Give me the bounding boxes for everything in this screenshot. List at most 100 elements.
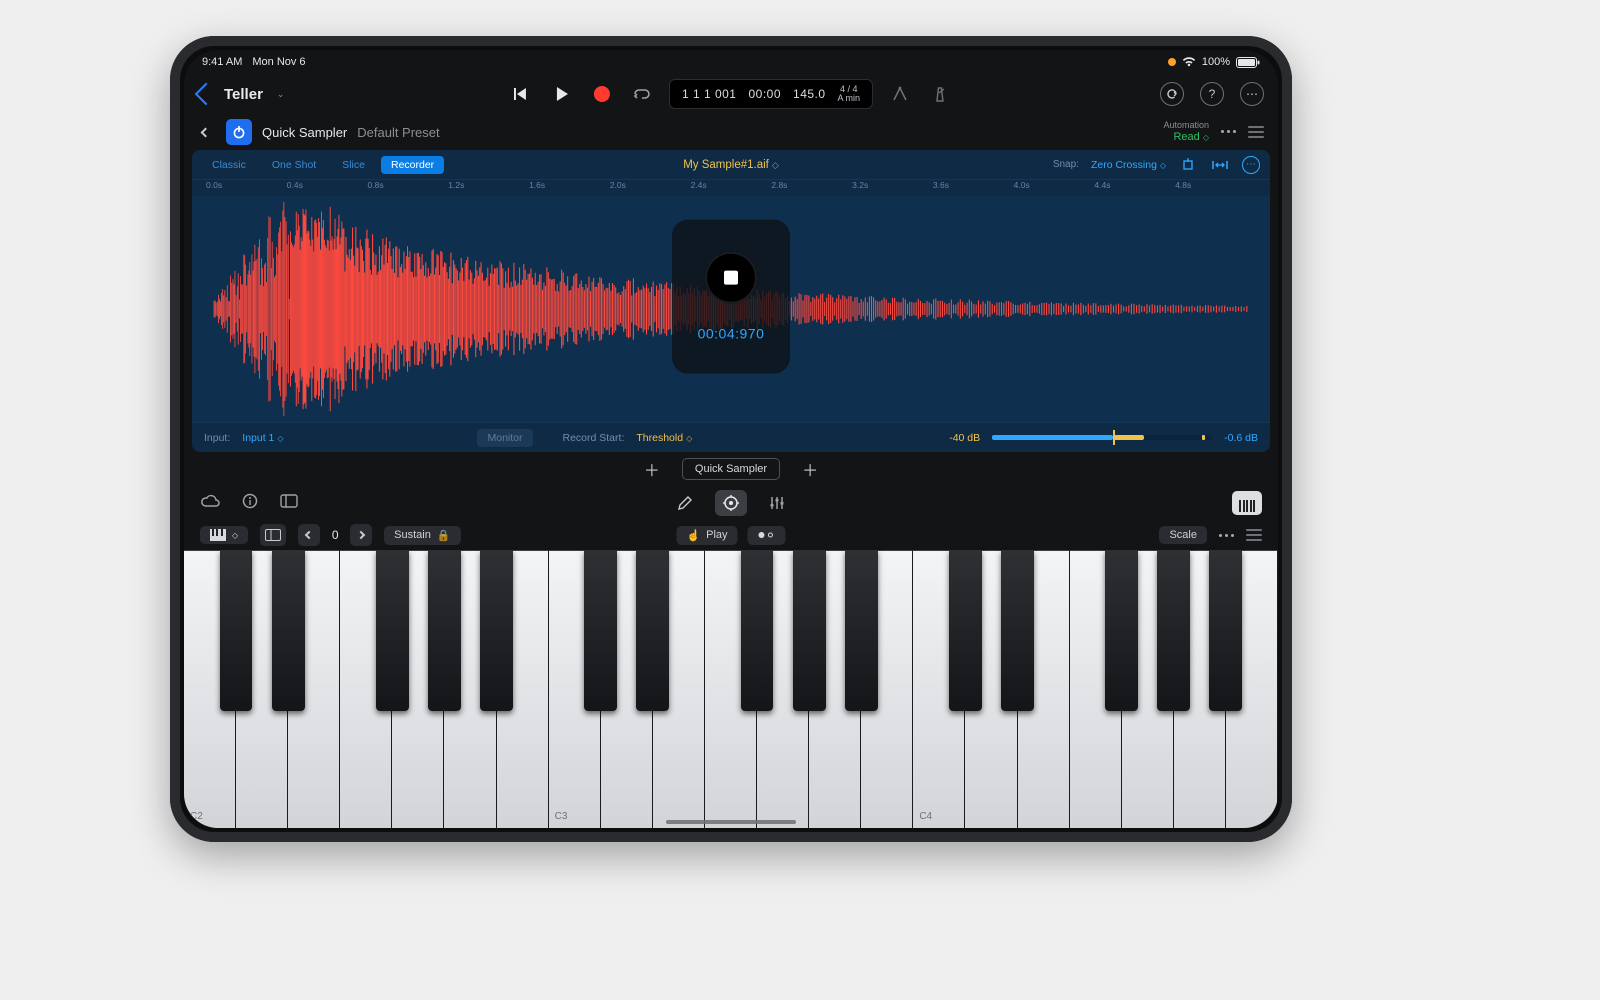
input-level-meter[interactable] xyxy=(992,435,1212,440)
lock-icon: 🔒 xyxy=(437,529,451,542)
black-key[interactable] xyxy=(1001,550,1034,711)
stop-icon xyxy=(724,271,738,285)
smart-controls-icon[interactable] xyxy=(715,490,747,516)
plugin-chip[interactable]: Quick Sampler xyxy=(682,458,780,480)
sampler-more-icon[interactable]: ⋯ xyxy=(1242,156,1260,174)
black-key[interactable] xyxy=(741,550,774,711)
recording-indicator-dot xyxy=(1168,58,1176,66)
home-indicator xyxy=(666,820,796,824)
keyboard-mode-selector[interactable]: ◇ xyxy=(200,526,248,544)
trim-icon[interactable] xyxy=(1178,155,1198,175)
mixer-sliders-icon[interactable] xyxy=(761,490,793,516)
battery-icon xyxy=(1236,57,1260,68)
drag-handle-icon[interactable] xyxy=(1248,126,1264,138)
metronome-icon[interactable] xyxy=(927,81,953,107)
lcd-display[interactable]: 1 1 1 001 00:00 145.0 4 / 4A min xyxy=(669,79,873,109)
display-signature: 4 / 4A min xyxy=(838,85,861,103)
project-dropdown-caret[interactable]: ⌄ xyxy=(277,89,285,100)
sustain-button[interactable]: Sustain🔒 xyxy=(384,526,460,545)
input-value[interactable]: Input 1 ◇ xyxy=(242,432,283,444)
help-button[interactable]: ? xyxy=(1200,82,1224,106)
mode-tab-slice[interactable]: Slice xyxy=(332,156,375,174)
black-key[interactable] xyxy=(1209,550,1242,711)
record-start-value[interactable]: Threshold◇ xyxy=(636,432,692,444)
instrument-preset[interactable]: Default Preset xyxy=(357,125,439,140)
sampler-footer: Input: Input 1 ◇ Monitor Record Start: T… xyxy=(192,422,1270,452)
sidebar-icon[interactable] xyxy=(280,494,298,513)
stop-record-button[interactable] xyxy=(705,252,757,304)
keyboard-drag-handle-icon[interactable] xyxy=(1246,529,1262,541)
split-view-icon[interactable] xyxy=(260,524,286,546)
mode-tab-recorder[interactable]: Recorder xyxy=(381,156,444,174)
instrument-back-button[interactable] xyxy=(194,121,216,143)
glissando-button[interactable] xyxy=(748,526,786,545)
record-elapsed-time: 00:04:970 xyxy=(698,326,765,342)
instrument-name: Quick Sampler xyxy=(262,125,347,140)
project-title[interactable]: Teller xyxy=(224,86,263,103)
loop-markers-icon[interactable] xyxy=(1210,155,1230,175)
snap-label: Snap: xyxy=(1053,159,1079,170)
black-key[interactable] xyxy=(1105,550,1138,711)
instrument-more-icon[interactable] xyxy=(1221,130,1236,133)
recording-overlay: 00:04:970 xyxy=(672,220,790,374)
mode-tab-classic[interactable]: Classic xyxy=(202,156,256,174)
status-date: Mon Nov 6 xyxy=(252,56,305,68)
black-key[interactable] xyxy=(793,550,826,711)
automation-selector[interactable]: Automation Read ◇ xyxy=(1163,121,1209,143)
record-start-label: Record Start: xyxy=(563,432,625,444)
octave-down-button[interactable] xyxy=(298,524,320,546)
waveform-display[interactable]: 00:04:970 xyxy=(192,196,1270,422)
power-button[interactable] xyxy=(226,119,252,145)
mode-tab-oneshot[interactable]: One Shot xyxy=(262,156,326,174)
ios-status-bar: 9:41 AM Mon Nov 6 100% xyxy=(184,50,1278,74)
cloud-icon[interactable] xyxy=(200,494,220,513)
add-plugin-left[interactable]: ＋ xyxy=(644,457,660,481)
cycle-button[interactable] xyxy=(629,81,655,107)
sampler-panel: Classic One Shot Slice Recorder My Sampl… xyxy=(192,150,1270,452)
instrument-header: Quick Sampler Default Preset Automation … xyxy=(184,114,1278,150)
time-ruler: 0.0s0.4s0.8s1.2s1.6s2.0s2.4s2.8s3.2s3.6s… xyxy=(192,180,1270,196)
ipad-frame: 9:41 AM Mon Nov 6 100% Teller ⌄ xyxy=(170,36,1292,842)
more-menu-button[interactable]: ⋯ xyxy=(1240,82,1264,106)
black-key[interactable] xyxy=(428,550,461,711)
add-plugin-right[interactable]: ＋ xyxy=(802,457,818,481)
black-key[interactable] xyxy=(272,550,305,711)
play-mode-button[interactable]: ☝Play xyxy=(676,526,737,545)
record-button[interactable] xyxy=(589,81,615,107)
sample-filename[interactable]: My Sample#1.aif◇ xyxy=(683,159,779,171)
keyboard-view-toggle[interactable] xyxy=(1232,491,1262,515)
editor-toolbar xyxy=(184,486,1278,520)
input-label: Input: xyxy=(204,432,230,444)
scale-button[interactable]: Scale xyxy=(1159,526,1207,544)
octave-up-button[interactable] xyxy=(350,524,372,546)
display-tempo: 145.0 xyxy=(793,87,826,101)
piano-keyboard[interactable]: C2 C3 C4 xyxy=(184,550,1278,828)
pencil-icon[interactable] xyxy=(669,490,701,516)
black-key[interactable] xyxy=(584,550,617,711)
black-key[interactable] xyxy=(949,550,982,711)
bezel: 9:41 AM Mon Nov 6 100% Teller ⌄ xyxy=(184,50,1278,828)
keyboard-more-icon[interactable] xyxy=(1219,534,1234,537)
tuner-icon[interactable] xyxy=(887,81,913,107)
plugin-chip-row: ＋ Quick Sampler ＋ xyxy=(184,452,1278,486)
wifi-icon xyxy=(1182,57,1196,67)
sampler-mode-bar: Classic One Shot Slice Recorder My Sampl… xyxy=(192,150,1270,180)
app-screen: 9:41 AM Mon Nov 6 100% Teller ⌄ xyxy=(184,50,1278,828)
display-bars: 1 1 1 001 xyxy=(682,87,737,101)
black-key[interactable] xyxy=(636,550,669,711)
undo-button[interactable] xyxy=(1160,82,1184,106)
black-key[interactable] xyxy=(480,550,513,711)
black-key[interactable] xyxy=(845,550,878,711)
snap-value[interactable]: Zero Crossing ◇ xyxy=(1091,159,1166,171)
octave-stepper: 0 xyxy=(298,524,372,546)
battery-percent: 100% xyxy=(1202,56,1230,68)
touch-icon: ☝ xyxy=(686,529,700,542)
black-key[interactable] xyxy=(376,550,409,711)
play-button[interactable] xyxy=(549,81,575,107)
black-key[interactable] xyxy=(220,550,253,711)
monitor-button[interactable]: Monitor xyxy=(477,429,532,447)
rewind-button[interactable] xyxy=(509,81,535,107)
back-button[interactable] xyxy=(195,83,218,106)
black-key[interactable] xyxy=(1157,550,1190,711)
info-icon[interactable] xyxy=(242,493,258,514)
